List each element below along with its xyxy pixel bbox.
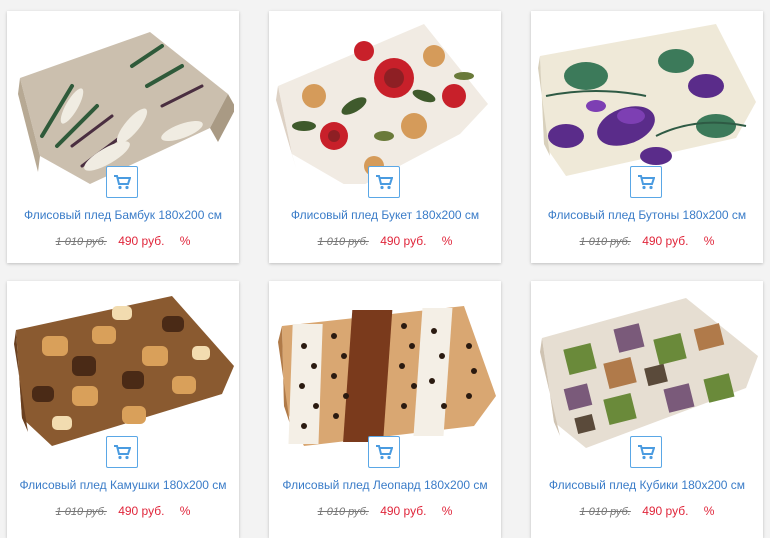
product-title[interactable]: Флисовый плед Леопард 180х200 см	[269, 478, 501, 492]
add-to-cart-button[interactable]	[106, 166, 138, 198]
price-row: 1 010 руб. 490 руб. %	[531, 504, 763, 518]
product-image-bamboo[interactable]	[12, 16, 234, 184]
discount-badge: %	[441, 504, 453, 518]
shopping-cart-icon	[638, 175, 655, 190]
product-title[interactable]: Флисовый плед Бутоны 180х200 см	[531, 208, 763, 222]
product-title[interactable]: Флисовый плед Бамбук 180х200 см	[7, 208, 239, 222]
old-price: 1 010 руб.	[55, 506, 107, 518]
product-image-cubes[interactable]	[536, 286, 758, 454]
discount-badge: %	[703, 504, 715, 518]
add-to-cart-button[interactable]	[630, 166, 662, 198]
shopping-cart-icon	[638, 445, 655, 460]
add-to-cart-button[interactable]	[368, 436, 400, 468]
product-card: Флисовый плед Кубики 180х200 см 1 010 ру…	[531, 281, 763, 538]
price-row: 1 010 руб. 490 руб. %	[269, 504, 501, 518]
current-price: 490 руб.	[118, 504, 165, 518]
product-card: Флисовый плед Леопард 180х200 см 1 010 р…	[269, 281, 501, 538]
old-price: 1 010 руб.	[579, 506, 631, 518]
old-price: 1 010 руб.	[55, 236, 107, 248]
price-row: 1 010 руб. 490 руб. %	[7, 504, 239, 518]
add-to-cart-button[interactable]	[630, 436, 662, 468]
shopping-cart-icon	[376, 445, 393, 460]
add-to-cart-button[interactable]	[368, 166, 400, 198]
product-image-pebbles[interactable]	[12, 286, 234, 454]
old-price: 1 010 руб.	[317, 506, 369, 518]
product-card: Флисовый плед Бамбук 180х200 см 1 010 ру…	[7, 11, 239, 263]
product-card: Флисовый плед Букет 180х200 см 1 010 руб…	[269, 11, 501, 263]
discount-badge: %	[441, 234, 453, 248]
current-price: 490 руб.	[118, 234, 165, 248]
add-to-cart-button[interactable]	[106, 436, 138, 468]
discount-badge: %	[179, 234, 191, 248]
old-price: 1 010 руб.	[317, 236, 369, 248]
shopping-cart-icon	[114, 445, 131, 460]
product-image-bouquet[interactable]	[274, 16, 496, 184]
product-title[interactable]: Флисовый плед Кубики 180х200 см	[531, 478, 763, 492]
current-price: 490 руб.	[380, 234, 427, 248]
product-grid: Флисовый плед Бамбук 180х200 см 1 010 ру…	[0, 0, 770, 538]
current-price: 490 руб.	[380, 504, 427, 518]
price-row: 1 010 руб. 490 руб. %	[7, 234, 239, 248]
price-row: 1 010 руб. 490 руб. %	[531, 234, 763, 248]
discount-badge: %	[179, 504, 191, 518]
product-title[interactable]: Флисовый плед Букет 180х200 см	[269, 208, 501, 222]
shopping-cart-icon	[376, 175, 393, 190]
current-price: 490 руб.	[642, 504, 689, 518]
current-price: 490 руб.	[642, 234, 689, 248]
product-card: Флисовый плед Камушки 180х200 см 1 010 р…	[7, 281, 239, 538]
price-row: 1 010 руб. 490 руб. %	[269, 234, 501, 248]
shopping-cart-icon	[114, 175, 131, 190]
product-image-leopard[interactable]	[274, 286, 496, 454]
product-card: Флисовый плед Бутоны 180х200 см 1 010 ру…	[531, 11, 763, 263]
old-price: 1 010 руб.	[579, 236, 631, 248]
discount-badge: %	[703, 234, 715, 248]
product-title[interactable]: Флисовый плед Камушки 180х200 см	[7, 478, 239, 492]
product-image-buds[interactable]	[536, 16, 758, 184]
